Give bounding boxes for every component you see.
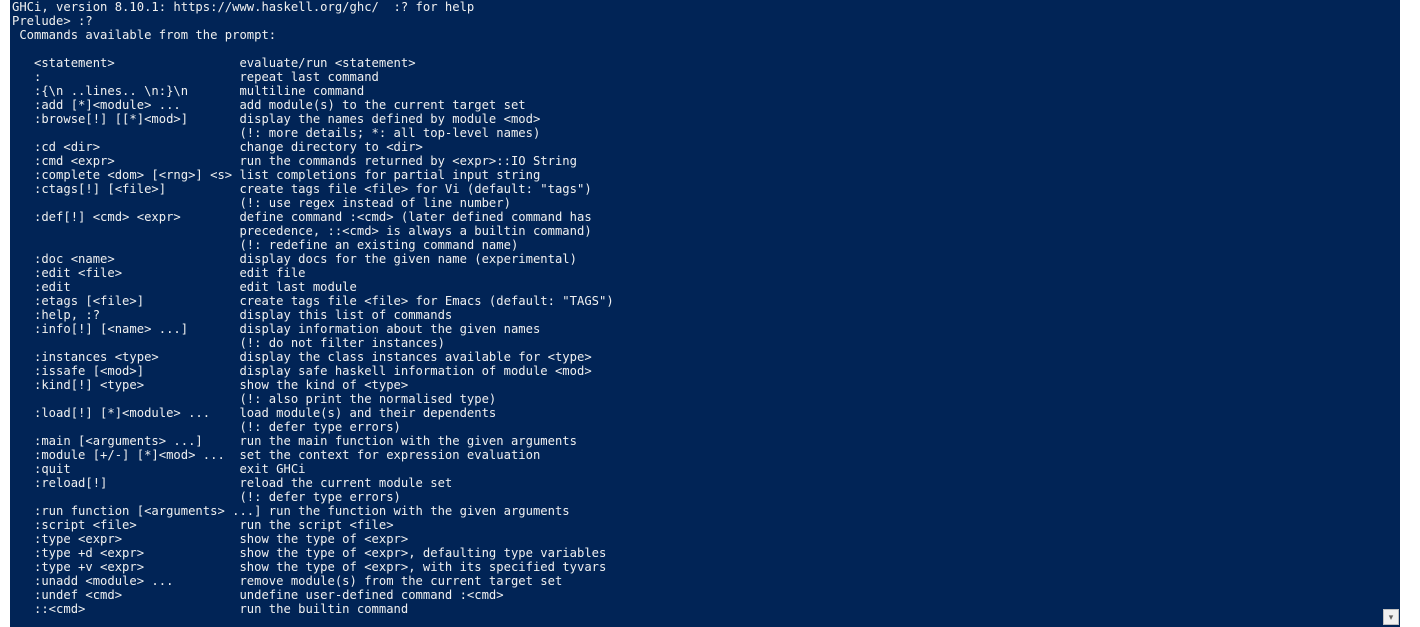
scroll-down-button[interactable]: ▾ [1383, 609, 1399, 625]
chevron-down-icon: ▾ [1389, 612, 1394, 623]
ghci-terminal[interactable]: GHCi, version 8.10.1: https://www.haskel… [10, 0, 1400, 627]
terminal-output: GHCi, version 8.10.1: https://www.haskel… [10, 0, 1400, 627]
